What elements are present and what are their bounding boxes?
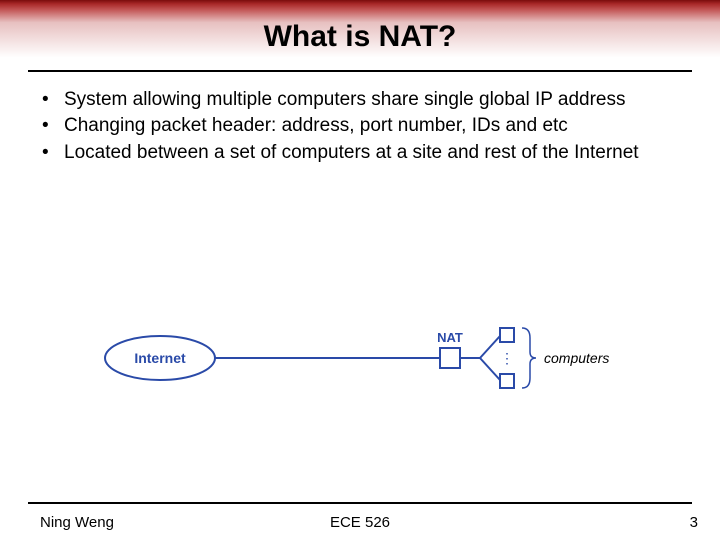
computers-label: computers [544,350,609,366]
computer-box [500,374,514,388]
computer-box [500,328,514,342]
footer-page: 3 [690,514,698,531]
title-divider [28,70,692,72]
list-item: System allowing multiple computers share… [40,88,684,112]
list-item: Located between a set of computers at a … [40,141,684,165]
bullet-list: System allowing multiple computers share… [40,88,684,165]
content-area: System allowing multiple computers share… [40,88,684,167]
nat-box [440,348,460,368]
bracket [522,328,536,388]
footer-course: ECE 526 [0,514,720,531]
nat-diagram: Internet NAT ⋮ computers [100,318,620,398]
footer-divider [28,502,692,504]
internet-label: Internet [134,350,186,366]
page-title: What is NAT? [0,20,720,54]
nat-label: NAT [437,330,463,345]
dots: ⋮ [500,350,514,366]
list-item: Changing packet header: address, port nu… [40,114,684,138]
